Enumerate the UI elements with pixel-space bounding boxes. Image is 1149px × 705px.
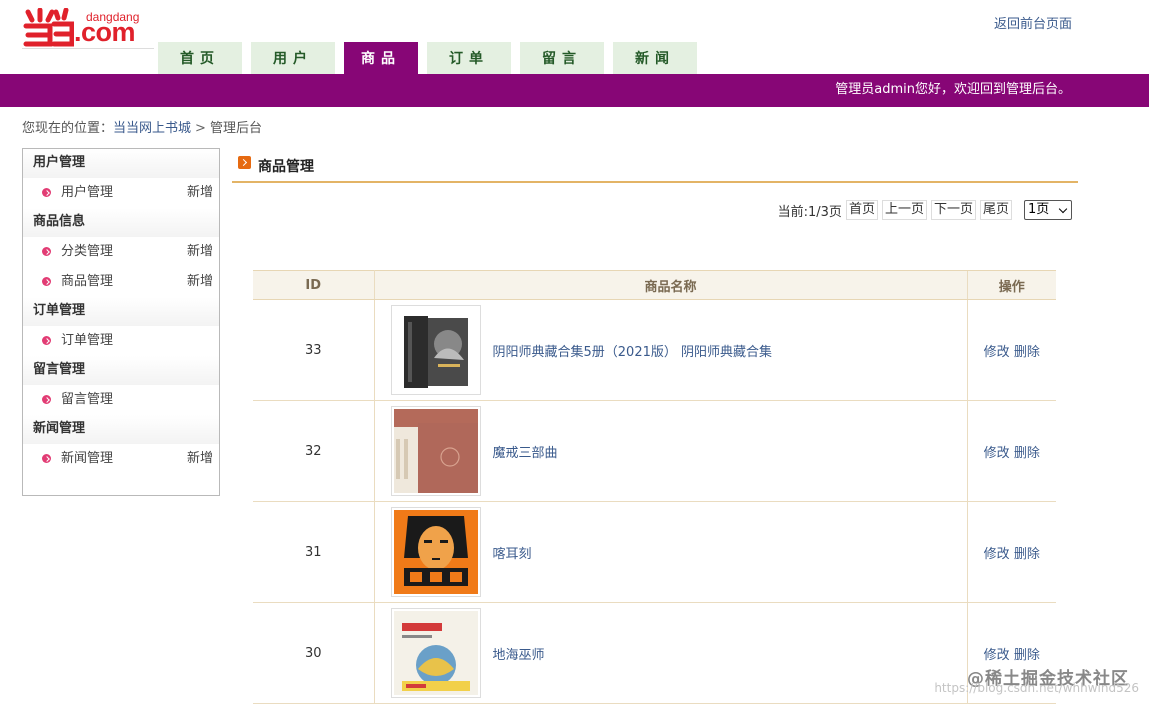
sidebar-item-user-manage[interactable]: 用户管理 新增: [23, 178, 219, 208]
illustrated-cover-icon: [393, 611, 478, 695]
sidebar-group-title: 新闻管理: [23, 415, 219, 444]
column-header-name: 商品名称: [374, 270, 967, 300]
sidebar-item-order-manage[interactable]: 订单管理: [23, 326, 219, 356]
arrow-bullet-icon: [42, 336, 51, 345]
sidebar-item-label: 留言管理: [61, 392, 114, 407]
welcome-bar: 管理员admin您好，欢迎回到管理后台。: [0, 74, 1149, 107]
goods-id: 33: [253, 299, 375, 401]
breadcrumb-home-link[interactable]: 当当网上书城: [113, 121, 191, 136]
sidebar-item-label: 分类管理: [61, 244, 114, 259]
sidebar-item-label: 用户管理: [61, 185, 114, 200]
book-cover-image[interactable]: [390, 608, 481, 698]
goods-id: 32: [253, 400, 375, 502]
sidebar-item-news-manage[interactable]: 新闻管理 新增: [23, 444, 219, 474]
delete-link[interactable]: 删除: [1014, 648, 1040, 663]
brand-big-text: .com: [74, 17, 136, 47]
sidebar-item-message-manage[interactable]: 留言管理: [23, 385, 219, 415]
sidebar-item-label: 新闻管理: [61, 451, 114, 466]
arrow-bullet-icon: [42, 277, 51, 286]
sidebar-item-label: 订单管理: [61, 333, 114, 348]
page-select-value: 1页: [1028, 202, 1050, 217]
logo-mark-icon: [23, 8, 74, 47]
dangdang-logo[interactable]: dangdang .com: [22, 6, 157, 50]
sidebar-item-label: 商品管理: [61, 274, 114, 289]
first-page-button[interactable]: 首页: [845, 200, 878, 220]
sidebar-group-title: 留言管理: [23, 356, 219, 385]
sidebar-group-title: 商品信息: [23, 208, 219, 237]
sidebar-item-goods-manage[interactable]: 商品管理 新增: [23, 267, 219, 297]
goods-name-link[interactable]: 阴阳师典藏合集5册（2021版） 阴阳师典藏合集: [493, 341, 773, 360]
next-page-button[interactable]: 下一页: [930, 200, 976, 220]
main-nav: 首页 用户 商品 订单 留言 新闻: [158, 42, 706, 74]
goods-name-link[interactable]: 地海巫师: [493, 644, 545, 663]
boxset-cover-icon: [393, 409, 478, 493]
column-header-id: ID: [253, 270, 375, 300]
header: dangdang .com 返回前台页面 首页 用户 商品 订单 留言 新闻: [0, 0, 1149, 74]
arrow-bullet-icon: [42, 247, 51, 256]
delete-link[interactable]: 删除: [1014, 547, 1040, 562]
edit-link[interactable]: 修改: [984, 446, 1010, 461]
book-cover-image[interactable]: [390, 507, 481, 597]
book-cover-image[interactable]: [390, 406, 481, 496]
sidebar-item-category-manage[interactable]: 分类管理 新增: [23, 237, 219, 267]
delete-link[interactable]: 删除: [1014, 446, 1040, 461]
nav-tab-messages[interactable]: 留言: [520, 42, 604, 74]
breadcrumb-prefix: 您现在的位置：: [22, 121, 114, 136]
goods-name-link[interactable]: 魔戒三部曲: [493, 442, 558, 461]
section-title-bar: 商品管理: [232, 153, 1078, 183]
page-info: 当前:1/3页: [777, 204, 842, 220]
arrow-bullet-icon: [42, 188, 51, 197]
edit-link[interactable]: 修改: [984, 345, 1010, 360]
chevron-down-icon: [1058, 204, 1068, 214]
arrow-bullet-icon: [42, 395, 51, 404]
column-header-action: 操作: [966, 270, 1056, 300]
goods-id: 30: [253, 602, 375, 704]
table-row: 32 魔戒三部曲 修改 删除: [253, 400, 1056, 502]
goods-name-link[interactable]: 喀耳刻: [493, 543, 532, 562]
nav-tab-orders[interactable]: 订单: [427, 42, 511, 74]
breadcrumb-separator: >: [195, 121, 206, 136]
book-cover-image[interactable]: [390, 305, 481, 395]
nav-tab-goods[interactable]: 商品: [344, 42, 418, 74]
goods-table: ID 商品名称 操作 33 阴阳师典藏合集5册（2021版） 阴阳师典藏合集 修…: [253, 270, 1056, 704]
goods-id: 31: [253, 501, 375, 603]
breadcrumb-current: 管理后台: [209, 121, 262, 136]
page-select[interactable]: 1页: [1024, 200, 1072, 220]
breadcrumb: 您现在的位置：当当网上书城 > 管理后台: [22, 117, 262, 136]
boxset-cover-icon: [393, 308, 478, 392]
edit-link[interactable]: 修改: [984, 648, 1010, 663]
edit-link[interactable]: 修改: [984, 547, 1010, 562]
table-row: 31 喀耳刻 修改 删除: [253, 501, 1056, 603]
back-to-frontend-link[interactable]: 返回前台页面: [994, 13, 1072, 32]
last-page-button[interactable]: 尾页: [979, 200, 1012, 220]
welcome-text: 管理员admin您好，欢迎回到管理后台。: [835, 82, 1071, 97]
nav-tab-users[interactable]: 用户: [251, 42, 335, 74]
face-cover-icon: [393, 510, 478, 594]
pagination: 当前:1/3页 首页 上一页 下一页 尾页 1页: [778, 200, 1072, 220]
sidebar-add-link[interactable]: 新增: [187, 178, 213, 208]
sidebar-add-link[interactable]: 新增: [187, 444, 213, 474]
arrow-square-icon: [238, 156, 251, 169]
arrow-bullet-icon: [42, 454, 51, 463]
sidebar-add-link[interactable]: 新增: [187, 267, 213, 297]
table-header-row: ID 商品名称 操作: [253, 270, 1056, 300]
watermark-url: https://blog.csdn.net/whhwind526: [934, 681, 1139, 695]
prev-page-button[interactable]: 上一页: [881, 200, 927, 220]
sidebar-add-link[interactable]: 新增: [187, 237, 213, 267]
sidebar-group-title: 订单管理: [23, 297, 219, 326]
logo-underline: [22, 48, 154, 49]
nav-tab-news[interactable]: 新闻: [613, 42, 697, 74]
sidebar-group-title: 用户管理: [23, 149, 219, 178]
section-title: 商品管理: [258, 159, 314, 175]
nav-tab-home[interactable]: 首页: [158, 42, 242, 74]
table-row: 33 阴阳师典藏合集5册（2021版） 阴阳师典藏合集 修改 删除: [253, 299, 1056, 401]
delete-link[interactable]: 删除: [1014, 345, 1040, 360]
sidebar: 用户管理 用户管理 新增 商品信息 分类管理 新增 商品管理 新增 订单管理 订…: [22, 148, 220, 496]
